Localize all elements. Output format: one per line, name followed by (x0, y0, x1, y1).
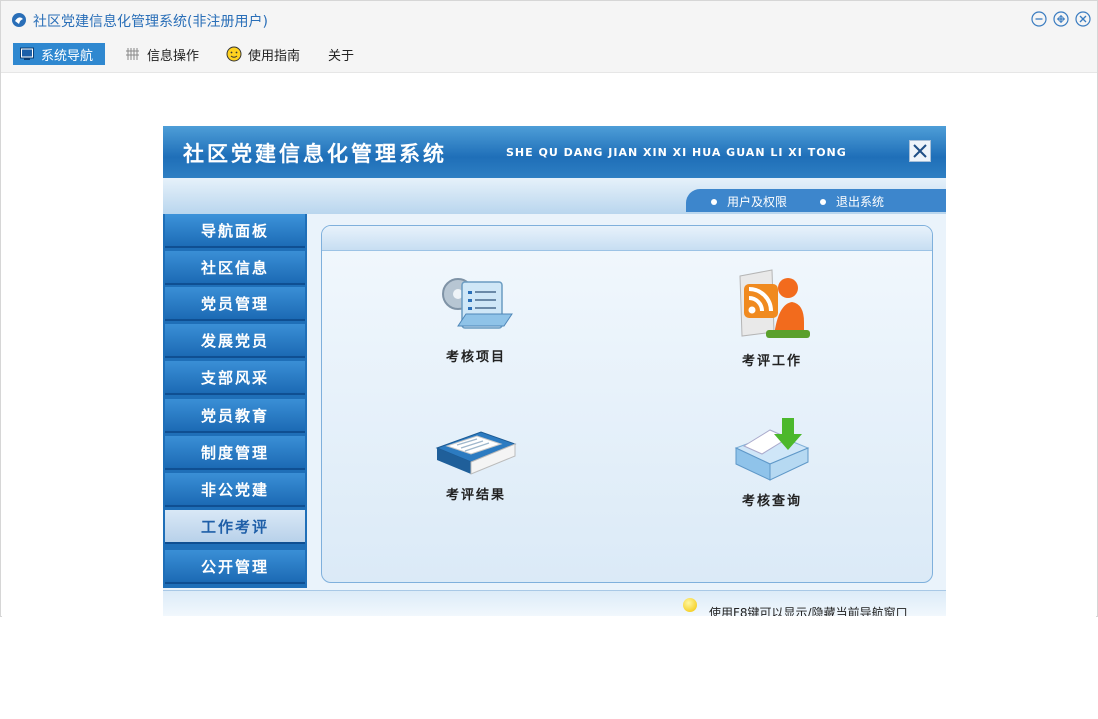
maximize-icon[interactable] (1053, 11, 1069, 27)
title-bar: 社区党建信息化管理系统(非注册用户) (1, 1, 1097, 39)
tile-assessment-items[interactable]: 考核项目 (416, 266, 536, 365)
close-x-icon (913, 144, 927, 158)
menu-info-ops[interactable]: 信息操作 (119, 43, 205, 65)
evaluation-panel: 考核项目 考评工作 考评结果 考核查询 (321, 225, 933, 583)
monitor-icon (20, 47, 34, 60)
grid-icon (126, 48, 139, 60)
smiley-icon (226, 46, 242, 62)
banner-pinyin: SHE QU DANG JIAN XIN XI HUA GUAN LI XI T… (506, 146, 847, 159)
tile-assessment-query[interactable]: 考核查询 (712, 418, 832, 509)
sidebar-item-member-management[interactable]: 党员管理 (165, 287, 305, 321)
sidebar-item-public-management[interactable]: 公开管理 (165, 550, 305, 584)
menu-label: 信息操作 (147, 48, 200, 64)
menu-user-guide[interactable]: 使用指南 (220, 43, 306, 65)
menu-label: 使用指南 (248, 48, 301, 64)
document-gear-icon (442, 278, 513, 329)
sidebar-item-develop-members[interactable]: 发展党员 (165, 324, 305, 358)
app-logo-icon (12, 13, 26, 27)
sidebar-item-rules-management[interactable]: 制度管理 (165, 436, 305, 470)
app-banner: 社区党建信息化管理系统 SHE QU DANG JIAN XIN XI HUA … (163, 126, 946, 178)
sidebar-item-work-evaluation[interactable]: 工作考评 (165, 510, 305, 544)
menu-label: 关于 (328, 48, 355, 64)
link-label: 用户及权限 (727, 195, 788, 209)
app-window: 社区党建信息化管理系统(非注册用户) 系统导航 信息操作 使用指南 关于 社区党… (0, 0, 1098, 617)
menu-bar: 系统导航 信息操作 使用指南 关于 (1, 39, 1097, 73)
nav-sidebar: 导航面板 社区信息 党员管理 发展党员 支部风采 党员教育 制度管理 非公党建 … (163, 214, 307, 588)
sidebar-item-non-public-party[interactable]: 非公党建 (165, 473, 305, 507)
close-icon[interactable] (1075, 11, 1091, 27)
embedded-app-frame: 社区党建信息化管理系统 SHE QU DANG JIAN XIN XI HUA … (163, 126, 946, 616)
status-tip: 使用F8键可以显示/隐藏当前导航窗口 (709, 606, 908, 616)
menu-label: 系统导航 (41, 48, 94, 64)
sidebar-item-member-education[interactable]: 党员教育 (165, 399, 305, 433)
main-content: 社区党建信息化管理系统 SHE QU DANG JIAN XIN XI HUA … (2, 73, 1096, 617)
tile-label: 考评结果 (445, 488, 506, 503)
panel-header (322, 226, 932, 251)
lightbulb-icon (683, 598, 697, 612)
menu-about[interactable]: 关于 (322, 43, 360, 65)
rss-person-icon (739, 269, 810, 338)
tile-label: 考核查询 (741, 494, 802, 509)
tile-label: 考评工作 (741, 354, 802, 369)
bullet-icon (711, 198, 717, 205)
download-folder-icon (734, 418, 810, 481)
minimize-icon[interactable] (1031, 11, 1047, 27)
tile-label: 考核项目 (445, 350, 506, 365)
menu-system-nav[interactable]: 系统导航 (13, 43, 105, 65)
book-stack-icon (435, 431, 517, 475)
banner-close-button[interactable] (909, 140, 931, 162)
link-label: 退出系统 (836, 195, 885, 209)
banner-title: 社区党建信息化管理系统 (183, 142, 447, 166)
sidebar-header: 导航面板 (165, 214, 305, 248)
sidebar-item-community-info[interactable]: 社区信息 (165, 251, 305, 285)
window-title: 社区党建信息化管理系统(非注册用户) (33, 14, 268, 30)
status-bar: 使用F8键可以显示/隐藏当前导航窗口 (163, 590, 946, 616)
tile-evaluation-work[interactable]: 考评工作 (712, 266, 832, 369)
tile-evaluation-results[interactable]: 考评结果 (416, 418, 536, 503)
link-exit-system[interactable]: 退出系统 (820, 193, 884, 210)
sidebar-item-branch-style[interactable]: 支部风采 (165, 361, 305, 395)
bullet-icon (820, 198, 826, 205)
link-user-permissions[interactable]: 用户及权限 (711, 193, 787, 210)
